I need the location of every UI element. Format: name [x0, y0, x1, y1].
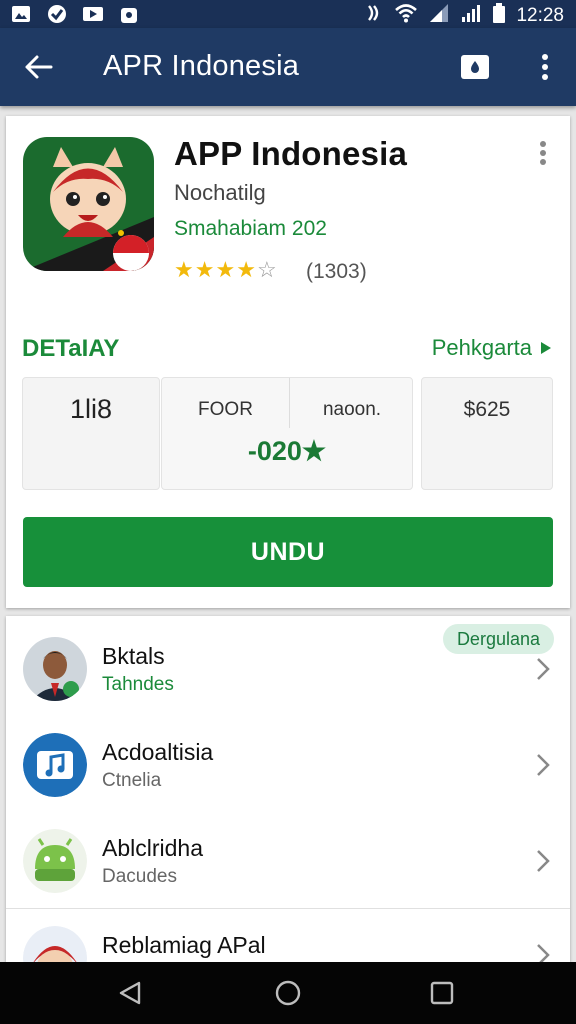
related-list: Dergulana Bktals Tahndes Acdoaltisia Ctn… [6, 616, 570, 962]
star-icon: ★ [215, 257, 236, 282]
music-app-icon [23, 733, 87, 797]
stat-box-1: 1li8 [22, 377, 160, 490]
app-meta: Smahabiam 202 [174, 217, 327, 240]
list-item[interactable]: Reblamiag APal [6, 910, 570, 962]
details-more-link[interactable]: Pehkgarta [432, 335, 552, 361]
app-detail-card: APP Indonesia Nochatilg Smahabiam 202 ★ ★… [6, 116, 570, 608]
stat-value: -020★ [247, 436, 327, 466]
star-icon: ★ [236, 257, 256, 282]
list-item-title: Reblamiag APal [102, 932, 266, 958]
app-developer[interactable]: Nochatilg [174, 180, 266, 206]
list-item-title: Ablclridha [102, 835, 203, 861]
list-item[interactable]: Bktals Tahndes [6, 616, 570, 712]
person-avatar-icon [23, 637, 87, 701]
store-button[interactable] [458, 50, 492, 84]
list-item-subtitle: Tahndes [102, 674, 174, 695]
nav-recents-button[interactable] [422, 975, 462, 1011]
stat-label: FOOR [198, 399, 253, 420]
stat-box-3: $625 [421, 377, 553, 490]
list-item[interactable]: Acdoaltisia Ctnelia [6, 712, 570, 808]
stat-label: naoon. [322, 399, 382, 420]
check-notification-icon [46, 4, 68, 24]
signal-icon-2 [460, 3, 482, 28]
rating-stars: ★ ★ ★ ★ ☆ [174, 258, 277, 282]
chevron-right-icon [532, 654, 554, 684]
more-vert-icon [542, 54, 548, 80]
overflow-menu-button[interactable] [528, 50, 562, 84]
back-arrow-icon [25, 55, 53, 79]
app-bar: APR Indonesia [0, 28, 576, 106]
triangle-back-icon [119, 981, 141, 1005]
nfc-icon [366, 3, 384, 28]
play-arrow-icon [541, 342, 551, 354]
chevron-right-icon [532, 846, 554, 876]
details-heading: DETaIAY [22, 335, 120, 362]
chevron-right-icon [532, 940, 554, 962]
video-notification-icon [82, 4, 104, 24]
star-icon: ☆ [256, 257, 277, 282]
app-name: APP Indonesia [174, 135, 408, 172]
star-icon: ★ [194, 257, 215, 282]
back-button[interactable] [18, 49, 58, 85]
download-button[interactable]: UNDU [23, 517, 553, 587]
store-icon [461, 55, 489, 79]
nav-home-button[interactable] [268, 975, 308, 1011]
stat-value: 1li8 [69, 394, 113, 424]
android-icon [23, 829, 87, 893]
stat-value: $625 [463, 398, 511, 421]
list-item[interactable]: Ablclridha Dacudes [6, 808, 570, 904]
wifi-icon [394, 3, 418, 28]
chevron-right-icon [532, 750, 554, 780]
nav-back-button[interactable] [110, 975, 150, 1011]
clock: 12:28 [516, 4, 564, 26]
divider [6, 908, 570, 909]
status-bar: 12:28 [0, 0, 576, 28]
bag-notification-icon [118, 4, 140, 24]
more-vert-icon [540, 141, 546, 165]
details-more-label: Pehkgarta [431, 335, 532, 360]
list-item-title: Bktals [102, 643, 165, 669]
app-logo-icon [23, 926, 87, 962]
list-item-title: Acdoaltisia [102, 739, 214, 765]
card-more-button[interactable] [530, 138, 556, 168]
signal-icon-1 [428, 3, 450, 28]
battery-icon [492, 2, 506, 29]
list-item-subtitle: Dacudes [102, 866, 177, 887]
page-title: APR Indonesia [103, 50, 300, 82]
list-item-subtitle: Ctnelia [102, 770, 162, 791]
star-icon: ★ [174, 257, 194, 282]
circle-home-icon [275, 980, 301, 1006]
square-recents-icon [430, 981, 454, 1005]
system-nav-bar [0, 962, 576, 1024]
stat-box-2: FOOR naoon. -020★ [161, 377, 413, 490]
app-logo-icon [23, 137, 154, 271]
rating-count: (1303) [306, 260, 367, 283]
image-notification-icon [10, 4, 32, 24]
